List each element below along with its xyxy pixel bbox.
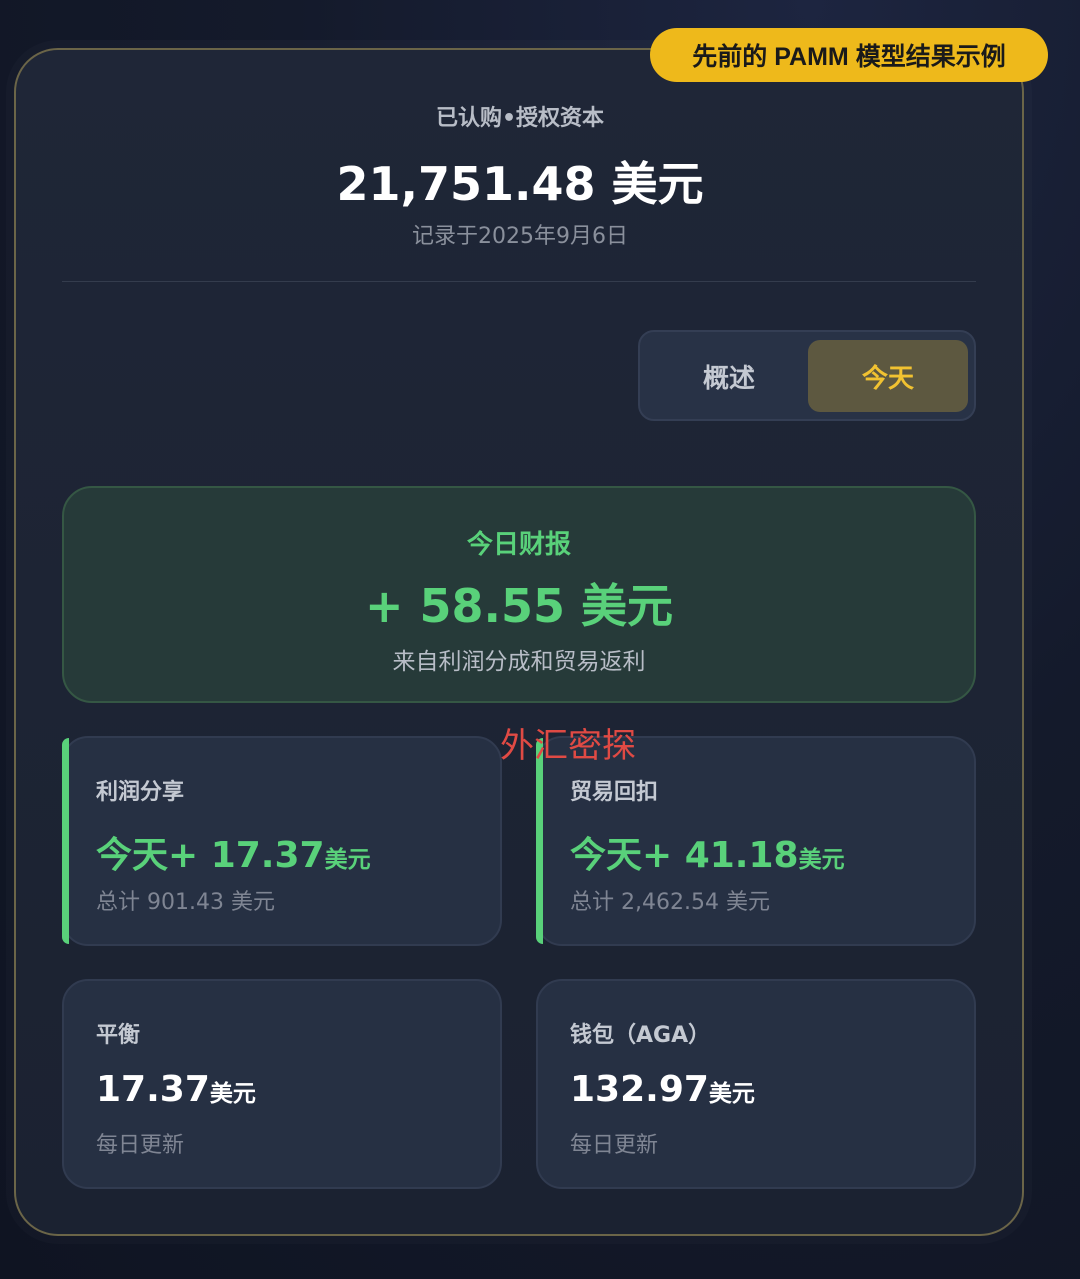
report-title: 今日财报 <box>466 530 571 560</box>
tab-today[interactable]: 今天 <box>808 340 968 412</box>
view-toggle: 概述 今天 <box>638 330 976 421</box>
stat-value: 17.37美元 <box>96 1069 256 1110</box>
stat-label: 利润分享 <box>96 780 185 805</box>
stat-total: 总计 2,462.54 美元 <box>570 890 770 915</box>
divider <box>62 281 976 282</box>
stat-total: 总计 901.43 美元 <box>96 890 275 915</box>
stat-label: 钱包（AGA） <box>570 1023 711 1048</box>
stat-update-note: 每日更新 <box>570 1133 659 1158</box>
stat-card-balance: 平衡 17.37美元 每日更新 <box>62 979 502 1189</box>
stat-card-wallet: 钱包（AGA） 132.97美元 每日更新 <box>536 979 976 1189</box>
stat-value: 今天+ 41.18美元 <box>570 835 845 876</box>
stat-value: 今天+ 17.37美元 <box>96 835 371 876</box>
stat-card-trade-rebate: 贸易回扣 今天+ 41.18美元 总计 2,462.54 美元 <box>536 736 976 946</box>
watermark-text: 外汇密探 <box>500 726 636 766</box>
capital-label: 已认购•授权资本 <box>435 106 605 131</box>
stat-value: 132.97美元 <box>570 1069 755 1110</box>
recorded-date: 记录于2025年9月6日 <box>412 224 628 249</box>
report-amount: + 58.55 美元 <box>364 579 674 633</box>
stat-update-note: 每日更新 <box>96 1133 185 1158</box>
tab-overview[interactable]: 概述 <box>650 340 808 412</box>
stat-card-profit-share: 利润分享 今天+ 17.37美元 总计 901.43 美元 <box>62 736 502 946</box>
stat-label: 平衡 <box>96 1023 141 1048</box>
stat-label: 贸易回扣 <box>570 780 659 805</box>
capital-amount: 21,751.48 美元 <box>336 157 704 211</box>
example-badge: 先前的 PAMM 模型结果示例 <box>650 28 1048 82</box>
report-subtitle: 来自利润分成和贸易返利 <box>392 649 646 675</box>
daily-report-panel: 今日财报 + 58.55 美元 来自利润分成和贸易返利 <box>62 486 976 703</box>
